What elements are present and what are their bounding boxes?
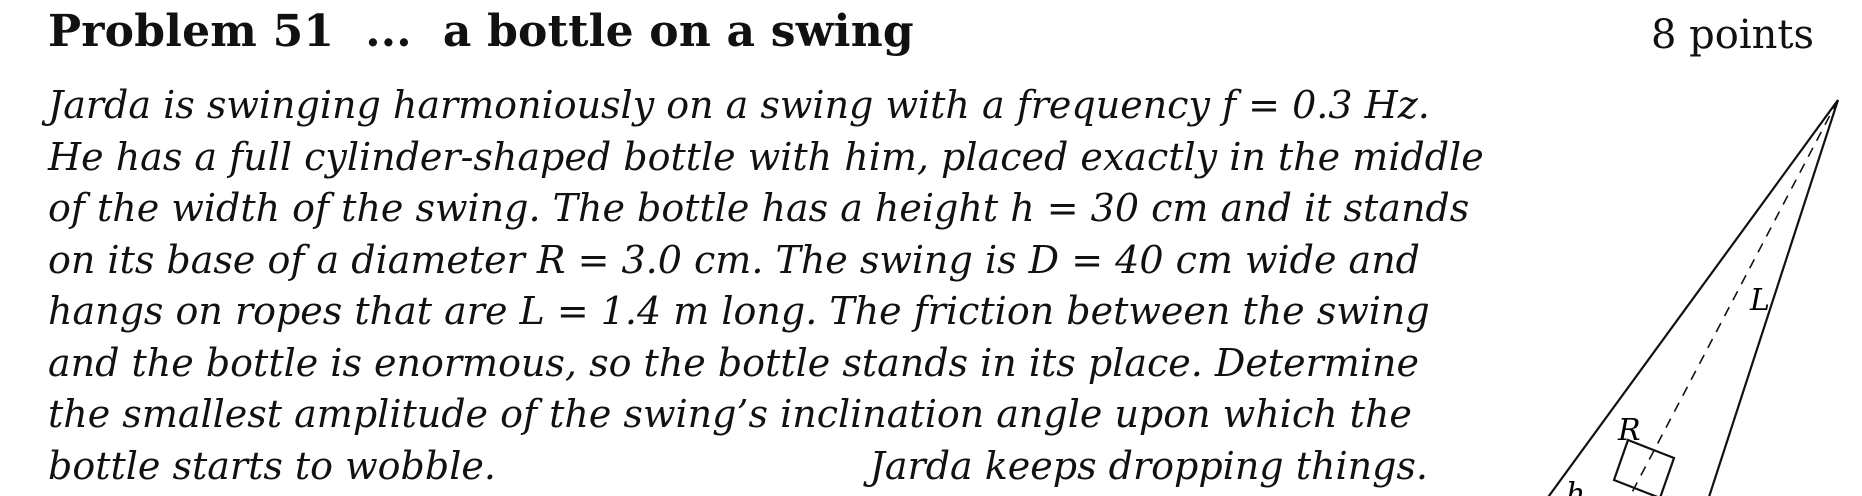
problem-name: a bottle on a swing xyxy=(442,6,914,57)
problem-title: Problem 51 ... a bottle on a swing xyxy=(48,6,914,57)
label-R: R xyxy=(1617,413,1641,448)
label-L: L xyxy=(1749,283,1770,318)
text-last-line: bottle starts to wobble. xyxy=(48,443,496,488)
problem-statement: Jarda is swinging harmoniously on a swin… xyxy=(48,80,1484,493)
points-label: 8 points xyxy=(1650,12,1814,58)
swing-figure: L R h xyxy=(1480,80,1862,496)
title-ellipsis: ... xyxy=(365,6,412,57)
text-line: Jarda is swinging harmoniously on a swin… xyxy=(48,83,1430,127)
swing-diagram: L R h xyxy=(1547,99,1840,496)
text-line: hangs on ropes that are L = 1.4 m long. … xyxy=(48,289,1430,333)
label-h: h xyxy=(1566,477,1585,496)
left-rope xyxy=(1547,99,1839,496)
text-line-last: bottle starts to wobble. Jarda keeps dro… xyxy=(48,441,1428,493)
text-line: of the width of the swing. The bottle ha… xyxy=(48,186,1470,230)
right-rope xyxy=(1708,99,1840,496)
problem-number: Problem 51 xyxy=(48,6,335,57)
text-line: He has a full cylinder-shaped bottle wit… xyxy=(48,134,1484,179)
text-line: and the bottle is enormous, so the bottl… xyxy=(48,340,1419,385)
author-signature: Jarda keeps dropping things. xyxy=(869,443,1428,488)
text-line: on its base of a diameter R = 3.0 cm. Th… xyxy=(48,237,1420,282)
text-line: the smallest amplitude of the swing’s in… xyxy=(48,392,1412,436)
center-dashed-line xyxy=(1629,99,1839,496)
